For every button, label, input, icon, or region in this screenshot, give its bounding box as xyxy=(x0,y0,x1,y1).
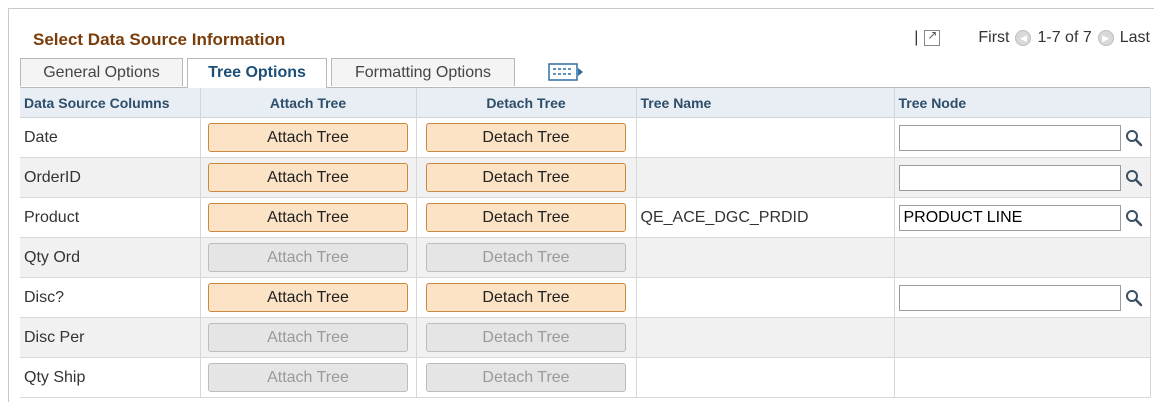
nav-separator: | xyxy=(914,29,919,46)
tree-node-cell xyxy=(894,357,1151,398)
tab-bar: General Options Tree Options Formatting … xyxy=(20,58,1150,88)
attach-tree-cell: Attach Tree xyxy=(200,197,417,238)
tree-node-input[interactable] xyxy=(898,204,1121,231)
detach-tree-cell: Detach Tree xyxy=(416,357,637,398)
tree-node-cell xyxy=(894,317,1151,358)
lookup-icon[interactable] xyxy=(1125,129,1143,147)
column-header-detach-tree: Detach Tree xyxy=(416,88,637,118)
next-icon[interactable]: ▶ xyxy=(1097,30,1114,46)
detach-tree-button: Detach Tree xyxy=(426,363,626,392)
column-name-cell: Disc Per xyxy=(20,317,201,358)
column-header-tree-node: Tree Node xyxy=(894,88,1151,118)
grid-title: Select Data Source Information xyxy=(33,30,286,49)
attach-tree-cell: Attach Tree xyxy=(200,237,417,278)
column-header-tree-name: Tree Name xyxy=(636,88,895,118)
tree-name-cell xyxy=(636,237,895,278)
column-name-cell: OrderID xyxy=(20,157,201,198)
detach-tree-button: Detach Tree xyxy=(426,243,626,272)
attach-tree-button: Attach Tree xyxy=(208,323,408,352)
column-header-attach-tree: Attach Tree xyxy=(200,88,417,118)
tree-node-cell xyxy=(894,237,1151,278)
detach-tree-cell: Detach Tree xyxy=(416,197,637,238)
table-row: Qty Ship Attach Tree Detach Tree xyxy=(20,357,1151,398)
tab-general-options[interactable]: General Options xyxy=(20,58,183,86)
column-name-cell: Qty Ord xyxy=(20,237,201,278)
tree-node-input[interactable] xyxy=(898,284,1121,311)
grid-header: Select Data Source Information | First ◀… xyxy=(20,24,1150,54)
table-row: Date Attach Tree Detach Tree xyxy=(20,117,1151,158)
view-all-icon[interactable] xyxy=(924,28,941,46)
attach-tree-button[interactable]: Attach Tree xyxy=(208,163,408,192)
grid-view-icon[interactable] xyxy=(548,62,584,82)
table-row: Product Attach Tree Detach Tree QE_ACE_DGC_… xyxy=(20,197,1151,238)
column-header-data-source: Data Source Columns xyxy=(20,88,201,118)
tree-node-cell xyxy=(894,277,1151,318)
detach-tree-cell: Detach Tree xyxy=(416,237,637,278)
column-name-cell: Product xyxy=(20,197,201,238)
table-row: Qty Ord Attach Tree Detach Tree xyxy=(20,237,1151,278)
grid-navigation: | First ◀ 1-7 of 7 ▶ Last xyxy=(914,28,1150,47)
attach-tree-cell: Attach Tree xyxy=(200,117,417,158)
table-row: Disc Per Attach Tree Detach Tree xyxy=(20,317,1151,358)
tree-node-input[interactable] xyxy=(898,124,1121,151)
nav-first-link[interactable]: First xyxy=(978,29,1009,47)
lookup-icon[interactable] xyxy=(1125,209,1143,227)
tree-name-cell xyxy=(636,117,895,158)
tree-node-cell xyxy=(894,197,1151,238)
detach-tree-cell: Detach Tree xyxy=(416,117,637,158)
lookup-icon[interactable] xyxy=(1125,169,1143,187)
attach-tree-cell: Attach Tree xyxy=(200,317,417,358)
tree-name-cell xyxy=(636,317,895,358)
tree-node-input[interactable] xyxy=(898,164,1121,191)
attach-tree-button[interactable]: Attach Tree xyxy=(208,123,408,152)
tree-node-cell xyxy=(894,117,1151,158)
attach-tree-button[interactable]: Attach Tree xyxy=(208,283,408,312)
tree-node-cell xyxy=(894,157,1151,198)
tree-name-cell xyxy=(636,157,895,198)
attach-tree-cell: Attach Tree xyxy=(200,157,417,198)
attach-tree-cell: Attach Tree xyxy=(200,277,417,318)
tab-tree-options[interactable]: Tree Options xyxy=(187,58,327,88)
previous-icon[interactable]: ◀ xyxy=(1015,30,1032,46)
attach-tree-button: Attach Tree xyxy=(208,243,408,272)
tree-name-cell xyxy=(636,277,895,318)
nav-range-text: 1-7 of 7 xyxy=(1037,29,1092,46)
attach-tree-button[interactable]: Attach Tree xyxy=(208,203,408,232)
detach-tree-cell: Detach Tree xyxy=(416,157,637,198)
detach-tree-cell: Detach Tree xyxy=(416,277,637,318)
tab-formatting-options[interactable]: Formatting Options xyxy=(331,58,515,86)
attach-tree-button: Attach Tree xyxy=(208,363,408,392)
lookup-icon[interactable] xyxy=(1125,289,1143,307)
nav-last-link[interactable]: Last xyxy=(1120,29,1150,47)
table-row: Disc? Attach Tree Detach Tree xyxy=(20,277,1151,318)
detach-tree-cell: Detach Tree xyxy=(416,317,637,358)
table-row: OrderID Attach Tree Detach Tree xyxy=(20,157,1151,198)
detach-tree-button: Detach Tree xyxy=(426,323,626,352)
column-name-cell: Date xyxy=(20,117,201,158)
column-name-cell: Disc? xyxy=(20,277,201,318)
tree-name-cell: QE_ACE_DGC_PRDID xyxy=(636,197,895,238)
tree-name-cell xyxy=(636,357,895,398)
detach-tree-button[interactable]: Detach Tree xyxy=(426,163,626,192)
detach-tree-button[interactable]: Detach Tree xyxy=(426,283,626,312)
attach-tree-cell: Attach Tree xyxy=(200,357,417,398)
detach-tree-button[interactable]: Detach Tree xyxy=(426,123,626,152)
column-name-cell: Qty Ship xyxy=(20,357,201,398)
data-source-grid: Data Source Columns Attach Tree Detach T… xyxy=(20,88,1151,398)
detach-tree-button[interactable]: Detach Tree xyxy=(426,203,626,232)
